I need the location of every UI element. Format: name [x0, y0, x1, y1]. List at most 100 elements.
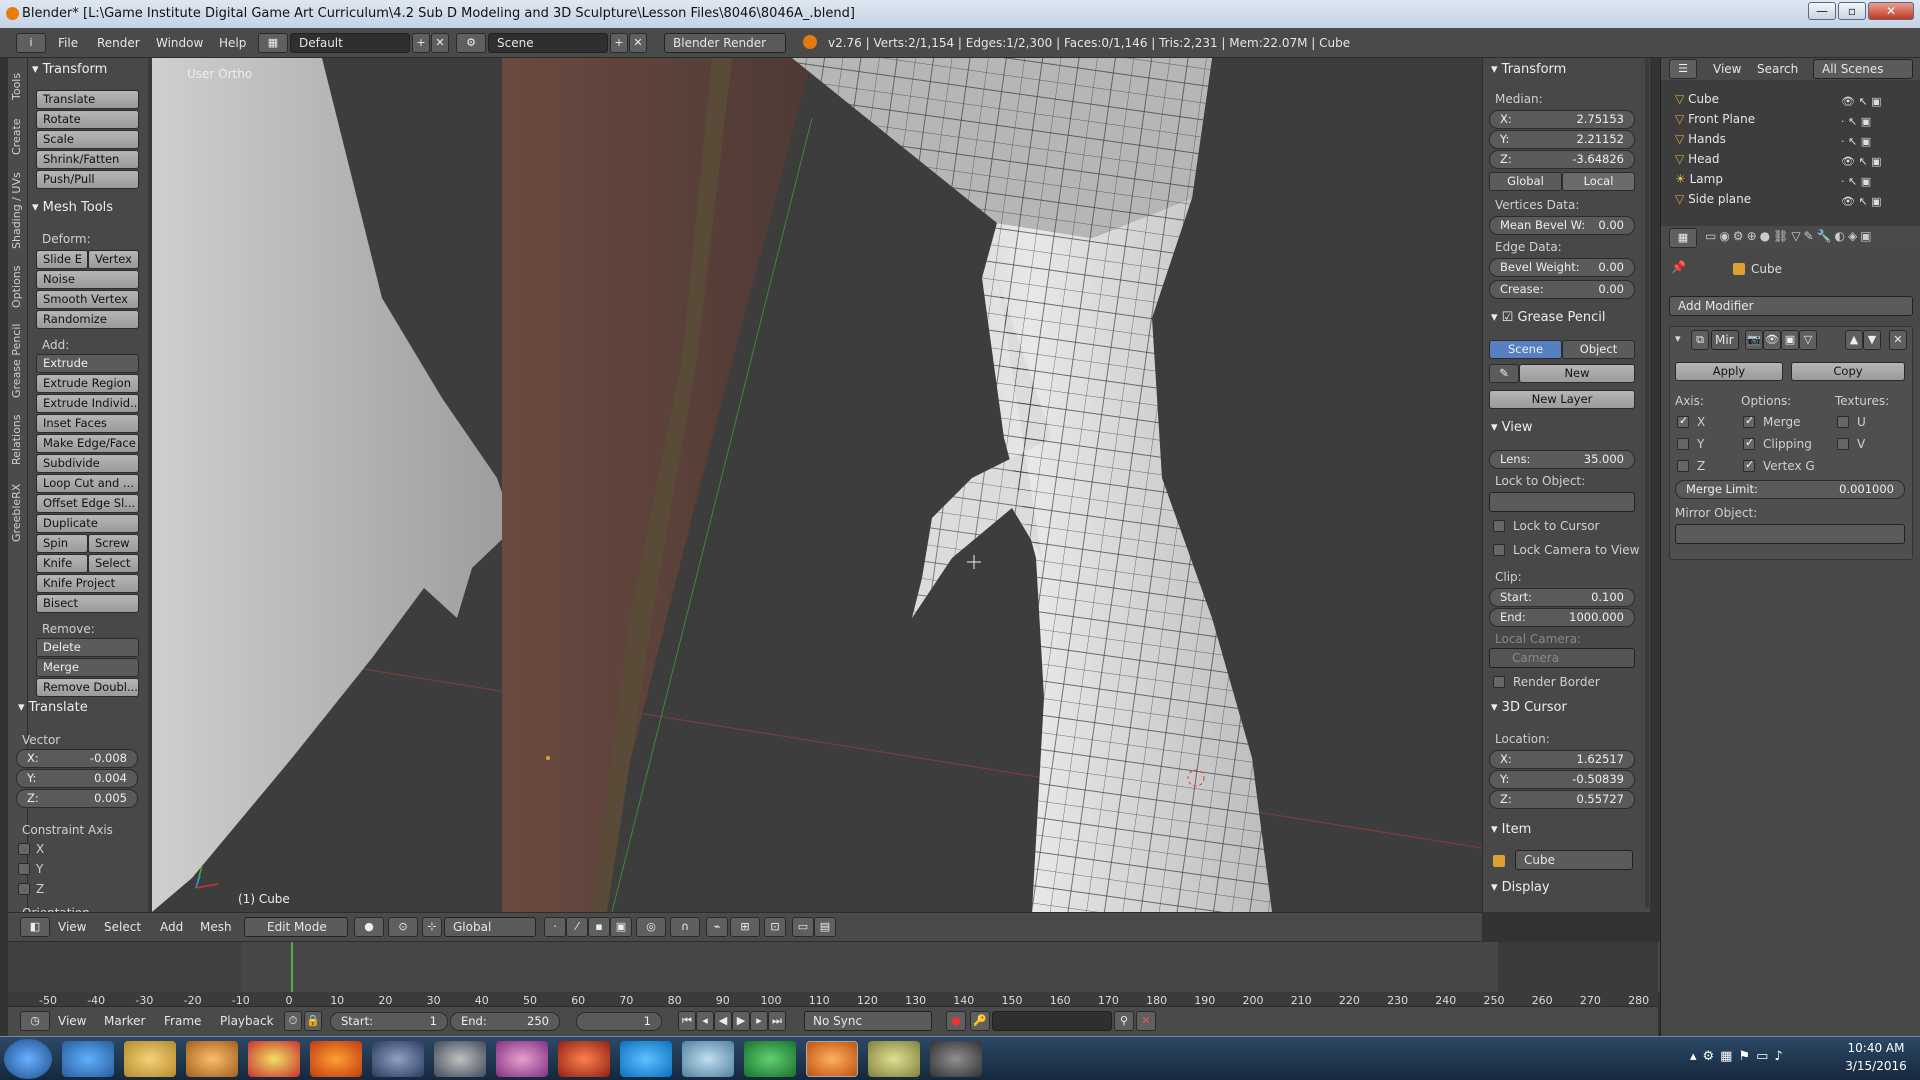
tl-menu-view[interactable]: View [58, 1014, 86, 1028]
vp-menu-add[interactable]: Add [160, 920, 183, 934]
texture-u-checkbox[interactable] [1837, 416, 1849, 428]
chrome-icon[interactable] [248, 1041, 300, 1077]
constraint-y-checkbox[interactable] [18, 863, 30, 875]
jump-keyframe-back-icon[interactable]: ◂ [696, 1011, 714, 1031]
preview-range-icon[interactable]: ⏱ [284, 1011, 302, 1031]
smooth-vertex-button[interactable]: Smooth Vertex [36, 290, 139, 309]
make-edge-face-button[interactable]: Make Edge/Face [36, 434, 139, 453]
skype-icon[interactable] [620, 1041, 672, 1077]
snap-element-icon[interactable]: ⊞ [730, 917, 760, 937]
merge-limit-field[interactable]: Merge Limit: 0.001000 [1675, 480, 1905, 499]
outliner-editor-icon[interactable]: ☰ [1669, 59, 1697, 79]
push-pull-button[interactable]: Push/Pull [36, 170, 139, 189]
visibility-toggles[interactable]: 👁 ↖ ▣ · ↖ ▣ · ↖ ▣ 👁 ↖ ▣ · ↖ ▣ 👁 ↖ ▣ [1841, 92, 1911, 208]
new-layer-button[interactable]: New Layer [1489, 390, 1635, 409]
record-icon[interactable]: ● [946, 1011, 966, 1031]
timeline-editor-icon[interactable]: ◷ [20, 1011, 50, 1031]
face-select-icon[interactable]: ▪ [588, 917, 610, 937]
lock-to-cursor-checkbox[interactable] [1493, 520, 1505, 532]
edge-select-icon[interactable]: ⁄ [566, 917, 588, 937]
itunes-icon[interactable] [496, 1041, 548, 1077]
lock-range-icon[interactable]: 🔒 [304, 1011, 322, 1031]
view-panel-header[interactable]: ▾ View [1491, 420, 1533, 435]
keying-set-icon[interactable]: 🔑 [970, 1011, 990, 1031]
subdivide-button[interactable]: Subdivide [36, 454, 139, 473]
n-panel-scrollbar[interactable] [1645, 58, 1649, 908]
tab-options[interactable]: Options [10, 260, 26, 314]
tab-relations[interactable]: Relations [10, 408, 26, 472]
extrude-individual-button[interactable]: Extrude Individ... [36, 394, 139, 413]
viewport-shading-icon[interactable]: ● [354, 917, 384, 937]
tab-shading-uvs[interactable]: Shading / UVs [10, 166, 26, 256]
remove-layout-icon[interactable]: ✕ [431, 33, 449, 53]
menu-help[interactable]: Help [219, 36, 246, 50]
transform-panel-header[interactable]: ▾ Transform [32, 62, 107, 77]
mesh-tools-panel-header[interactable]: ▾ Mesh Tools [32, 200, 113, 215]
mirror-object-field[interactable] [1675, 524, 1905, 544]
menu-window[interactable]: Window [156, 36, 203, 50]
delete-keyframe-icon[interactable]: ✕ [1136, 1011, 1156, 1031]
falloff-icon[interactable]: ∩ [670, 917, 700, 937]
blender-taskbar-icon[interactable] [806, 1041, 858, 1077]
vp-menu-mesh[interactable]: Mesh [200, 920, 232, 934]
ie-icon[interactable] [62, 1041, 114, 1077]
scene-field[interactable]: Scene [488, 33, 608, 53]
item-panel-header[interactable]: ▾ Item [1491, 822, 1531, 837]
grease-object-toggle[interactable]: Object [1562, 340, 1635, 359]
modifier-viewport-icon[interactable]: 👁 [1763, 330, 1781, 350]
3d-cursor-header[interactable]: ▾ 3D Cursor [1491, 700, 1567, 715]
bevel-weight-field[interactable]: Bevel Weight: 0.00 [1489, 258, 1635, 277]
vertex-groups-checkbox[interactable] [1743, 458, 1755, 472]
screen-layout-icon[interactable]: ▦ [258, 33, 288, 53]
grease-new-button[interactable]: New [1519, 364, 1635, 383]
info-editor-icon[interactable]: i [16, 33, 46, 53]
recorder-icon[interactable] [930, 1041, 982, 1077]
rotate-button[interactable]: Rotate [36, 110, 139, 129]
constraint-x-checkbox[interactable] [18, 843, 30, 855]
cursor-z-field[interactable]: Z: 0.55727 [1489, 790, 1635, 809]
grease-pencil-header[interactable]: ▾ ☑ Grease Pencil [1491, 310, 1605, 325]
outliner-item-lamp[interactable]: ☀ Lamp [1675, 172, 1723, 191]
render-still-icon[interactable]: ▭ [792, 917, 814, 937]
close-button[interactable]: ✕ [1868, 2, 1914, 20]
3d-viewport[interactable]: User Ortho (1) Cube [152, 58, 1482, 912]
slide-vertex-button[interactable]: Vertex [88, 250, 139, 269]
properties-context-tabs[interactable]: ▭◉⚙⊕●⛓▽✎🔧◐◈▣ [1705, 229, 1917, 247]
lock-object-field[interactable] [1489, 492, 1635, 512]
current-frame-line[interactable] [291, 942, 293, 992]
add-scene-icon[interactable]: + [610, 33, 628, 53]
grease-scene-toggle[interactable]: Scene [1489, 340, 1562, 359]
lens-field[interactable]: Lens: 35.000 [1489, 450, 1635, 469]
spin-button[interactable]: Spin [36, 534, 88, 553]
start-frame-field[interactable]: Start: 1 [330, 1012, 448, 1031]
outliner-item-cube[interactable]: ▽ Cube [1675, 92, 1719, 111]
n-transform-header[interactable]: ▾ Transform [1491, 62, 1566, 77]
tab-tools[interactable]: Tools [10, 64, 26, 108]
apply-modifier-button[interactable]: Apply [1675, 362, 1783, 381]
outliner-item-front-plane[interactable]: ▽ Front Plane [1675, 112, 1755, 131]
tab-create[interactable]: Create [10, 112, 26, 162]
delete-menu[interactable]: Delete [36, 638, 139, 657]
sync-mode-select[interactable]: No Sync [804, 1011, 932, 1031]
duplicate-button[interactable]: Duplicate [36, 514, 139, 533]
bisect-button[interactable]: Bisect [36, 594, 139, 613]
constraint-z-checkbox[interactable] [18, 883, 30, 895]
pin-icon[interactable]: 📌 [1671, 260, 1686, 274]
item-name-field[interactable]: Cube [1515, 850, 1633, 870]
knife-project-button[interactable]: Knife Project [36, 574, 139, 593]
screw-button[interactable]: Screw [88, 534, 139, 553]
axis-y-checkbox[interactable] [1677, 438, 1689, 450]
median-z-field[interactable]: Z: -3.64826 [1489, 150, 1635, 169]
display-panel-header[interactable]: ▾ Display [1491, 880, 1550, 895]
firefox-icon[interactable] [310, 1041, 362, 1077]
notes-icon[interactable] [682, 1041, 734, 1077]
play-reverse-icon[interactable]: ◀ [714, 1011, 732, 1031]
maximize-button[interactable]: ▫ [1838, 2, 1866, 20]
insert-keyframe-icon[interactable]: ⚲ [1114, 1011, 1134, 1031]
outliner-view-menu[interactable]: View [1713, 62, 1741, 76]
merge-menu[interactable]: Merge [36, 658, 139, 677]
system-tray-icons[interactable]: ▴⚙▦⚑▭♪ [1690, 1049, 1820, 1069]
lock-camera-checkbox[interactable] [1493, 544, 1505, 556]
vector-x-field[interactable]: X: -0.008 [16, 749, 138, 768]
manipulator-icon[interactable]: ⊹ [422, 917, 442, 937]
